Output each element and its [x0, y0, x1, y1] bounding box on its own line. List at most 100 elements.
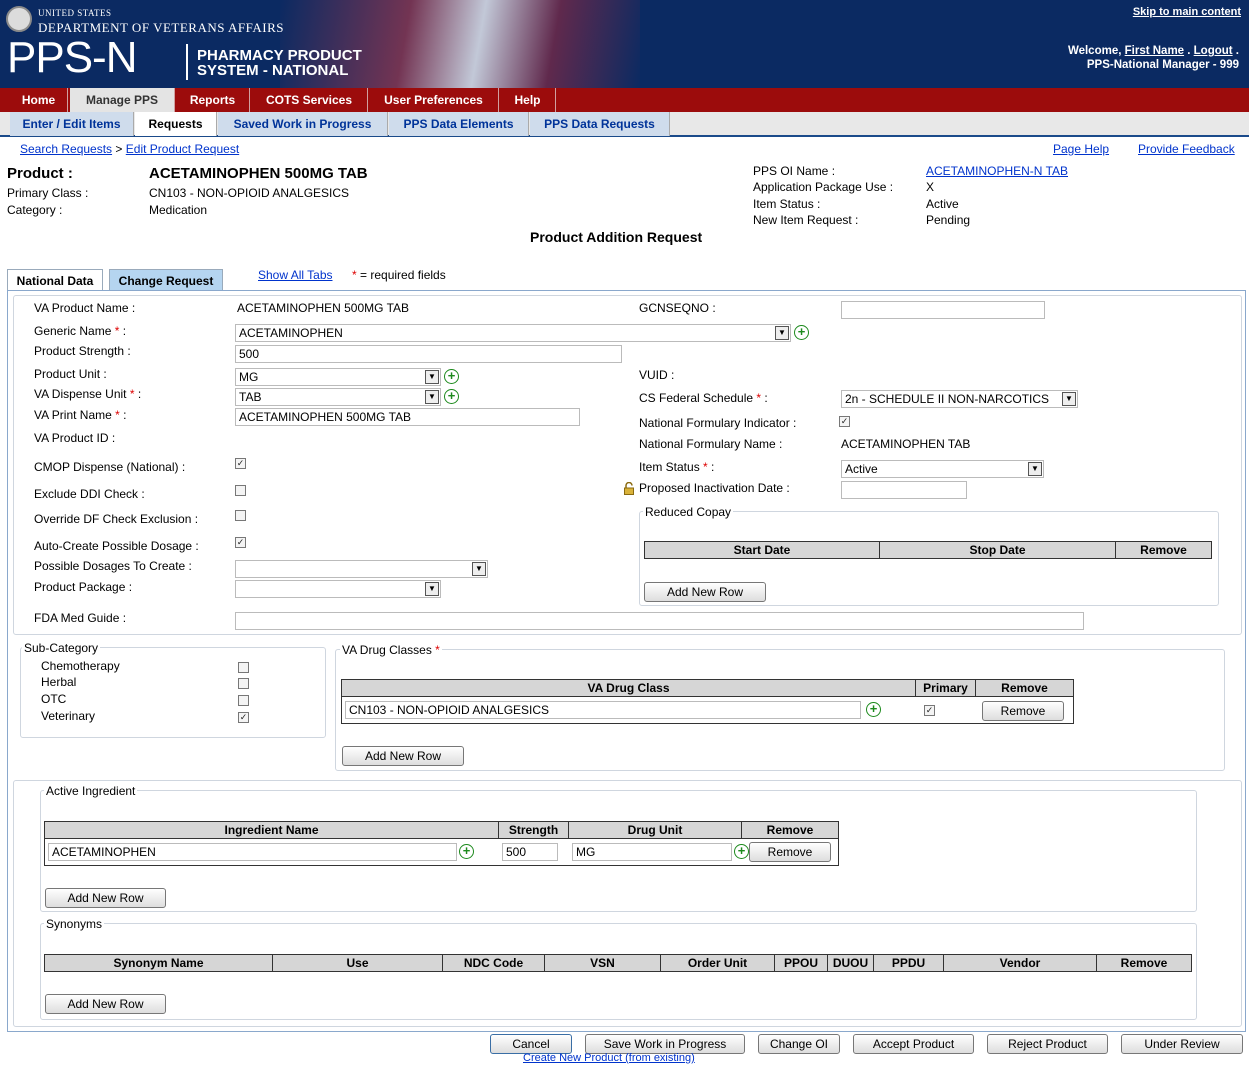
- drug-class-remove-button[interactable]: Remove: [982, 701, 1064, 721]
- add-product-unit-icon[interactable]: +: [444, 369, 459, 384]
- print-name-input[interactable]: ACETAMINOPHEN 500MG TAB: [235, 408, 580, 426]
- drug-class-table-header: VA Drug Class Primary Remove: [341, 679, 1074, 697]
- generic-name-select[interactable]: ACETAMINOPHEN ▼: [235, 324, 791, 342]
- possible-dosages-select[interactable]: ▼: [235, 560, 488, 578]
- generic-name-label: Generic Name * :: [34, 324, 127, 338]
- syn-col-vsn: VSN: [545, 955, 661, 971]
- subnav-data-requests[interactable]: PPS Data Requests: [530, 112, 670, 136]
- logout-link[interactable]: Logout: [1194, 45, 1233, 57]
- reduced-copay-legend: Reduced Copay: [643, 505, 734, 519]
- dispense-unit-select[interactable]: TAB ▼: [235, 388, 441, 406]
- subcat-veterinary-label: Veterinary: [41, 709, 96, 723]
- syn-col-ppdu: PPDU: [874, 955, 944, 971]
- subcat-veterinary-checkbox[interactable]: ✓: [238, 712, 249, 723]
- ingredient-name-input[interactable]: ACETAMINOPHEN: [48, 843, 457, 861]
- tab-change-request[interactable]: Change Request: [109, 269, 223, 291]
- add-generic-name-icon[interactable]: +: [794, 325, 809, 340]
- subnav-saved-wip[interactable]: Saved Work in Progress: [218, 112, 388, 136]
- breadcrumb-edit-request[interactable]: Edit Product Request: [126, 142, 239, 156]
- breadcrumb: Search Requests > Edit Product Request: [20, 142, 240, 156]
- ingredient-col-unit: Drug Unit: [569, 822, 742, 838]
- add-dispense-unit-icon[interactable]: +: [444, 389, 459, 404]
- subcat-herbal-checkbox[interactable]: [238, 678, 249, 689]
- subcat-herbal-label: Herbal: [41, 675, 77, 689]
- add-ingredient-icon[interactable]: +: [459, 844, 474, 859]
- synonym-add-row-button[interactable]: Add New Row: [45, 994, 166, 1014]
- change-oi-button[interactable]: Change OI: [758, 1034, 840, 1054]
- cmop-label: CMOP Dispense (National) :: [34, 460, 186, 474]
- ingredient-remove-button[interactable]: Remove: [749, 842, 831, 862]
- create-new-product-link[interactable]: Create New Product (from existing): [523, 1053, 695, 1064]
- subnav-requests[interactable]: Requests: [135, 112, 217, 136]
- fda-label: FDA Med Guide :: [34, 611, 127, 625]
- nav-manage-pps[interactable]: Manage PPS: [70, 88, 175, 112]
- primary-class-label: Primary Class :: [7, 186, 89, 200]
- subnav-enter-edit[interactable]: Enter / Edit Items: [10, 112, 134, 136]
- page-help-link[interactable]: Page Help: [1053, 142, 1109, 156]
- sub-nav: Enter / Edit Items Requests Saved Work i…: [0, 112, 1249, 137]
- lock-icon[interactable]: [624, 481, 634, 495]
- add-drug-unit-icon[interactable]: +: [734, 844, 749, 859]
- add-drug-class-icon[interactable]: +: [866, 702, 881, 717]
- cancel-button[interactable]: Cancel: [490, 1034, 572, 1054]
- cs-schedule-select[interactable]: 2n - SCHEDULE II NON-NARCOTICS ▼: [841, 390, 1078, 408]
- ingredient-strength-input[interactable]: 500: [502, 843, 558, 861]
- product-unit-select[interactable]: MG ▼: [235, 368, 441, 386]
- proposed-inactivation-input[interactable]: [841, 481, 967, 499]
- under-review-button[interactable]: Under Review: [1121, 1034, 1243, 1054]
- oi-name-link[interactable]: ACETAMINOPHEN-N TAB: [926, 164, 1068, 178]
- accept-product-button[interactable]: Accept Product: [853, 1034, 974, 1054]
- nav-help[interactable]: Help: [500, 88, 556, 112]
- cmop-checkbox[interactable]: ✓: [235, 458, 246, 469]
- va-product-name-label: VA Product Name :: [34, 301, 136, 315]
- app-logo: PPS-N: [7, 33, 137, 82]
- ingredient-unit-input[interactable]: MG: [572, 843, 732, 861]
- category-value: Medication: [149, 203, 208, 217]
- user-link[interactable]: First Name: [1125, 45, 1184, 57]
- nav-home[interactable]: Home: [10, 88, 68, 112]
- subcat-chemotherapy-checkbox[interactable]: [238, 662, 249, 673]
- gcnseqno-input[interactable]: [841, 301, 1045, 319]
- override-df-label: Override DF Check Exclusion :: [34, 512, 199, 526]
- nfi-checkbox[interactable]: ✓: [839, 416, 850, 427]
- show-all-tabs-link[interactable]: Show All Tabs: [258, 268, 333, 282]
- exclude-ddi-checkbox[interactable]: [235, 485, 246, 496]
- syn-col-use: Use: [273, 955, 443, 971]
- feedback-link[interactable]: Provide Feedback: [1138, 142, 1235, 156]
- drug-class-primary-checkbox[interactable]: ✓: [924, 705, 935, 716]
- product-strength-input[interactable]: 500: [235, 345, 622, 363]
- drug-class-input[interactable]: CN103 - NON-OPIOID ANALGESICS: [345, 701, 861, 719]
- copay-col-stop: Stop Date: [880, 542, 1116, 558]
- save-wip-button[interactable]: Save Work in Progress: [585, 1034, 745, 1054]
- drug-class-col-remove: Remove: [1001, 681, 1048, 695]
- item-status-select[interactable]: Active ▼: [841, 460, 1044, 478]
- synonyms-legend: Synonyms: [44, 917, 105, 931]
- nav-user-prefs[interactable]: User Preferences: [369, 88, 499, 112]
- reject-product-button[interactable]: Reject Product: [987, 1034, 1108, 1054]
- product-package-select[interactable]: ▼: [235, 580, 441, 598]
- form-item-status-label: Item Status * :: [639, 460, 715, 474]
- breadcrumb-search-requests[interactable]: Search Requests: [20, 142, 112, 156]
- syn-col-duou: DUOU: [828, 955, 874, 971]
- nfn-label: National Formulary Name :: [639, 437, 783, 451]
- skip-link[interactable]: Skip to main content: [1133, 6, 1241, 18]
- drug-class-add-row-button[interactable]: Add New Row: [342, 746, 464, 766]
- welcome-block: Welcome, First Name . Logout . PPS-Natio…: [1067, 45, 1239, 71]
- nav-reports[interactable]: Reports: [176, 88, 250, 112]
- tab-national-data[interactable]: National Data: [7, 269, 103, 291]
- override-df-checkbox[interactable]: [235, 510, 246, 521]
- vuid-label: VUID :: [639, 368, 675, 382]
- nav-cots[interactable]: COTS Services: [251, 88, 368, 112]
- item-status-value: Active: [926, 197, 959, 211]
- auto-create-checkbox[interactable]: ✓: [235, 537, 246, 548]
- ingredient-add-row-button[interactable]: Add New Row: [45, 888, 166, 908]
- chevron-down-icon: ▼: [775, 326, 789, 340]
- required-note: * = required fields: [352, 268, 446, 282]
- exclude-ddi-label: Exclude DDI Check :: [34, 487, 145, 501]
- gcnseqno-label: GCNSEQNO :: [639, 301, 716, 315]
- subcat-otc-checkbox[interactable]: [238, 695, 249, 706]
- subnav-data-elements[interactable]: PPS Data Elements: [389, 112, 529, 136]
- print-name-label: VA Print Name * :: [34, 408, 127, 422]
- copay-add-row-button[interactable]: Add New Row: [644, 582, 766, 602]
- fda-input[interactable]: [235, 612, 1084, 630]
